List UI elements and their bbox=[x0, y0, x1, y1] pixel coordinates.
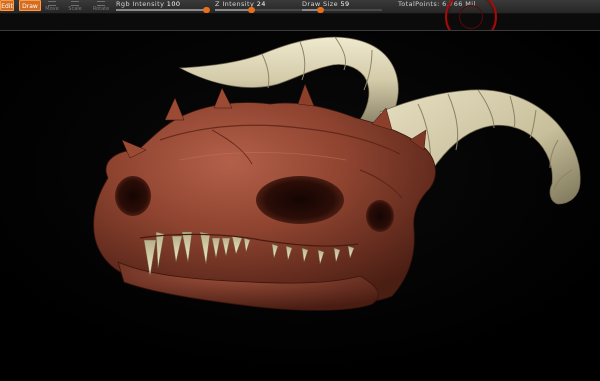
move-button-label: Move bbox=[45, 6, 59, 12]
draw-size-text: Draw Size 59 bbox=[302, 1, 350, 8]
sculpt-viewport[interactable] bbox=[0, 31, 600, 377]
z-intensity-fill bbox=[215, 9, 251, 11]
rgb-intensity-fill bbox=[116, 9, 206, 11]
dragon-skull-model bbox=[0, 31, 600, 377]
move-button[interactable]: Move bbox=[44, 0, 60, 12]
rgb-intensity-slider[interactable]: Rgb Intensity 100 bbox=[116, 0, 210, 13]
temporal-socket bbox=[366, 200, 394, 232]
nasal-socket bbox=[115, 176, 151, 216]
rgb-intensity-track bbox=[116, 7, 210, 13]
rotate-button[interactable]: Rotate bbox=[91, 0, 111, 12]
rgb-intensity-knob[interactable] bbox=[203, 7, 210, 13]
draw-size-slider[interactable]: Draw Size 59 bbox=[302, 0, 382, 13]
navigation-circle-inner bbox=[459, 5, 483, 29]
z-intensity-text: Z Intensity 24 bbox=[215, 1, 266, 8]
edit-button-label: Edit bbox=[1, 3, 13, 10]
scale-button[interactable]: Scale bbox=[66, 0, 84, 12]
top-toolbar: Edit Draw Move Scale Rotate Rgb Intensit… bbox=[0, 0, 600, 14]
canvas-header-strip bbox=[0, 14, 600, 30]
draw-button-label: Draw bbox=[22, 3, 38, 10]
rotate-button-label: Rotate bbox=[92, 6, 110, 12]
edit-button[interactable]: Edit bbox=[0, 0, 14, 11]
eye-socket bbox=[256, 176, 344, 224]
z-intensity-value: 24 bbox=[256, 0, 266, 8]
draw-button[interactable]: Draw bbox=[19, 0, 41, 11]
z-intensity-knob[interactable] bbox=[248, 7, 255, 13]
rgb-intensity-text: Rgb Intensity 100 bbox=[116, 1, 180, 8]
total-points-label: TotalPoints: bbox=[398, 0, 440, 8]
draw-size-track bbox=[302, 7, 382, 13]
draw-size-knob[interactable] bbox=[316, 7, 324, 13]
draw-size-value: 59 bbox=[340, 0, 350, 8]
rgb-intensity-label: Rgb Intensity bbox=[116, 0, 165, 8]
scale-button-label: Scale bbox=[68, 6, 82, 12]
rgb-intensity-value: 100 bbox=[166, 0, 181, 8]
